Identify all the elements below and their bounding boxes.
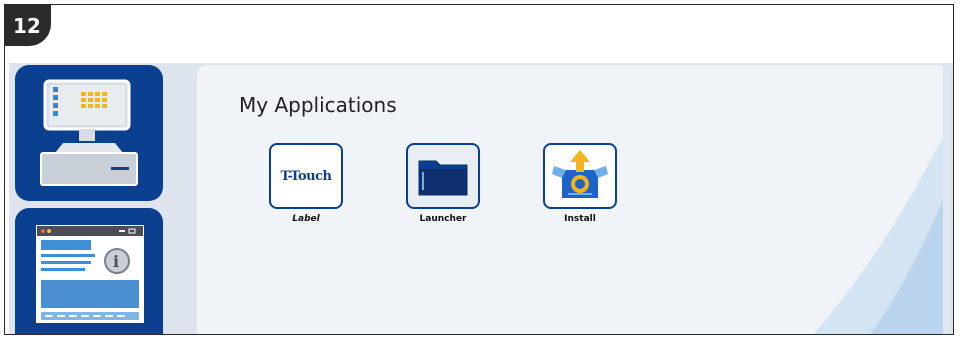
install-box-graphic [552, 150, 608, 198]
step-number-badge: 12 [5, 5, 51, 46]
app-launcher[interactable]: Launcher [403, 143, 483, 224]
app-label-text: Label [292, 214, 320, 224]
device-screen: i My Applications T-Touch Label Launcher… [9, 63, 953, 334]
app-install[interactable]: Install [540, 143, 620, 224]
figure-frame: 12 i My Applications T-Touch Label Launc… [4, 4, 954, 335]
background-swoosh [813, 65, 949, 334]
app-install-text: Install [564, 214, 596, 224]
sidebar-item-terminal[interactable] [15, 65, 163, 201]
page-title: My Applications [239, 93, 397, 117]
info-window-icon: i [36, 225, 144, 323]
app-launcher-text: Launcher [419, 214, 467, 224]
t-touch-icon[interactable]: T-Touch [269, 143, 343, 209]
pos-terminal-icon [40, 79, 138, 186]
sidebar-item-info[interactable]: i [15, 208, 163, 334]
folder-icon[interactable] [406, 143, 480, 209]
t-touch-logo-text: T-Touch [280, 168, 332, 184]
install-box-icon[interactable] [543, 143, 617, 209]
svg-text:i: i [113, 252, 119, 271]
folder-graphic [418, 160, 468, 196]
applications-panel: My Applications T-Touch Label Launcher I… [197, 65, 949, 334]
app-label[interactable]: T-Touch Label [266, 143, 346, 224]
